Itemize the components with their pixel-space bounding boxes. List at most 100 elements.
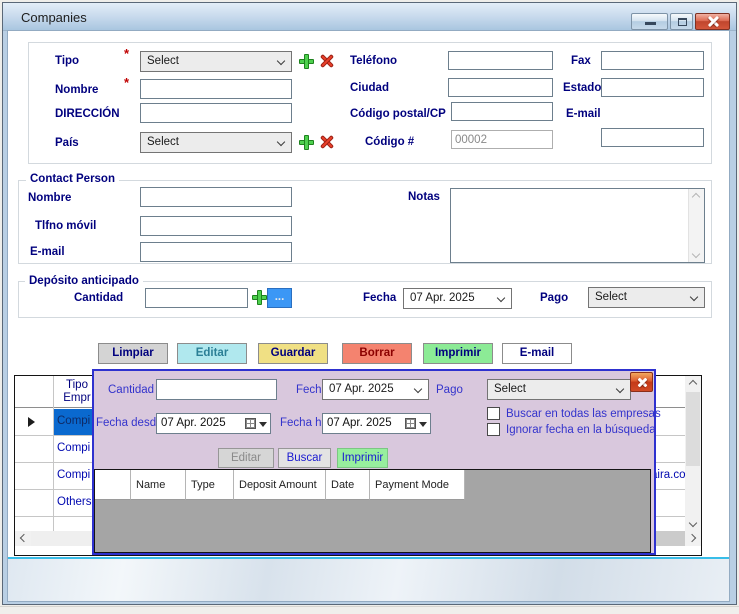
maximize-button[interactable] <box>670 13 693 30</box>
cantidad-input[interactable] <box>145 288 248 308</box>
chevron-down-icon <box>414 385 422 393</box>
scroll-up-icon <box>692 193 700 201</box>
codigo-input <box>451 130 553 149</box>
tipo-label: Tipo <box>55 55 79 67</box>
search-all-companies-checkbox[interactable] <box>487 407 500 420</box>
fecha-label: Fecha <box>363 292 396 304</box>
tipo-select[interactable]: Select <box>140 51 292 72</box>
scroll-left-icon <box>20 534 28 542</box>
email-label: E-mail <box>566 108 601 120</box>
grid-row-cell[interactable]: Others <box>57 496 97 508</box>
pago-select-value: Select <box>595 291 627 303</box>
vertical-scroll-thumb[interactable] <box>686 392 700 466</box>
scroll-left-button[interactable] <box>15 531 31 546</box>
pais-label: País <box>55 137 79 149</box>
grid-row-cell[interactable]: Compi <box>57 469 97 481</box>
contact-nombre-label: Nombre <box>28 192 71 204</box>
fax-label: Fax <box>571 55 591 67</box>
nombre-label: Nombre <box>55 84 98 96</box>
dropdown-arrow-icon <box>419 422 427 427</box>
add-pais-icon[interactable] <box>298 134 315 151</box>
popup-imprimir-button[interactable]: Imprimir <box>337 448 388 468</box>
grid-row-cell[interactable]: Compi <box>57 442 97 454</box>
deposits-grid-header-deposit-amount: Deposit Amount <box>234 470 326 500</box>
popup-cantidad-input[interactable] <box>156 379 277 400</box>
grid-row-cell[interactable]: Compi <box>57 415 97 427</box>
contact-tlfno-input[interactable] <box>140 216 292 236</box>
minimize-button[interactable] <box>631 13 668 30</box>
dropdown-arrow-icon <box>259 422 267 427</box>
nombre-required-marker: * <box>124 75 129 90</box>
desktop-edge <box>0 606 739 614</box>
popup-fecha-select[interactable]: 07 Apr. 2025 <box>322 379 429 400</box>
nombre-input[interactable] <box>140 79 292 99</box>
fecha-hasta-picker[interactable]: 07 Apr. 2025 <box>322 413 431 434</box>
fecha-desde-picker[interactable]: 07 Apr. 2025 <box>156 413 271 434</box>
ignore-date-label: Ignorar fecha en la búsqueda <box>506 424 656 436</box>
add-deposit-icon[interactable] <box>251 289 268 306</box>
fecha-select-value: 07 Apr. 2025 <box>410 292 475 304</box>
fecha-select[interactable]: 07 Apr. 2025 <box>403 288 512 309</box>
pago-select[interactable]: Select <box>588 287 705 308</box>
popup-pago-label: Pago <box>436 384 463 396</box>
chevron-down-icon <box>616 385 624 393</box>
tipo-select-value: Select <box>147 55 179 67</box>
chevron-down-icon <box>277 138 285 146</box>
guardar-button[interactable]: Guardar <box>258 343 328 364</box>
chevron-down-icon <box>690 293 698 301</box>
popup-fecha-value: 07 Apr. 2025 <box>329 383 394 395</box>
deposits-grid[interactable]: Name Type Deposit Amount Date Payment Mo… <box>94 469 651 553</box>
popup-close-button[interactable] <box>630 372 653 392</box>
direccion-label: DIRECCIÓN <box>55 108 120 120</box>
fecha-desde-value: 07 Apr. 2025 <box>161 417 226 429</box>
delete-pais-icon[interactable] <box>318 133 336 151</box>
scroll-right-button[interactable] <box>685 531 701 546</box>
fecha-desde-label: Fecha desde <box>96 417 156 429</box>
deposit-search-popup: Cantidad Fecha 07 Apr. 2025 Pago Select … <box>92 369 656 555</box>
maximize-icon <box>678 18 687 26</box>
imprimir-button[interactable]: Imprimir <box>423 343 493 364</box>
ciudad-input[interactable] <box>448 78 553 97</box>
contact-person-title: Contact Person <box>26 173 119 185</box>
popup-buscar-button[interactable]: Buscar <box>278 448 331 468</box>
cantidad-label: Cantidad <box>74 292 123 304</box>
pais-select[interactable]: Select <box>140 132 292 153</box>
titlebar[interactable]: Companies <box>3 3 736 31</box>
ciudad-label: Ciudad <box>350 82 389 94</box>
popup-editar-button[interactable]: Editar <box>218 448 274 468</box>
current-row-arrow-icon <box>28 417 35 427</box>
contact-tlfno-label: Tlfno móvil <box>35 220 96 232</box>
delete-tipo-icon[interactable] <box>318 52 336 70</box>
codigo-postal-input[interactable] <box>451 102 553 121</box>
deposits-grid-selector-header <box>95 470 131 500</box>
scroll-up-icon <box>689 380 697 388</box>
grid-vertical-scrollbar[interactable] <box>685 376 701 531</box>
grid-email-cell[interactable]: aira.com <box>651 469 685 481</box>
fecha-hasta-label: Fecha hasta <box>280 417 322 429</box>
browse-deposits-button[interactable]: ... <box>267 288 292 308</box>
estado-label: Estado <box>563 82 601 94</box>
borrar-button[interactable]: Borrar <box>342 343 412 364</box>
chevron-down-icon <box>277 57 285 65</box>
notas-scrollbar[interactable] <box>688 189 704 262</box>
deposit-title: Depósito anticipado <box>25 275 143 287</box>
notas-textarea[interactable] <box>450 188 705 263</box>
email-input[interactable] <box>601 128 704 147</box>
contact-email-input[interactable] <box>140 242 292 262</box>
contact-nombre-input[interactable] <box>140 187 292 207</box>
minimize-icon <box>645 22 656 25</box>
direccion-input[interactable] <box>140 103 292 123</box>
telefono-input[interactable] <box>448 51 553 70</box>
close-button[interactable] <box>695 13 730 30</box>
editar-button[interactable]: Editar <box>177 343 247 364</box>
deposits-grid-header-type: Type <box>186 470 234 500</box>
add-tipo-icon[interactable] <box>298 53 315 70</box>
codigo-label: Código # <box>365 136 414 148</box>
popup-pago-select[interactable]: Select <box>487 379 631 400</box>
limpiar-button[interactable]: Limpiar <box>98 343 168 364</box>
estado-input[interactable] <box>601 78 704 97</box>
email-button[interactable]: E-mail <box>502 343 572 364</box>
fax-input[interactable] <box>601 51 704 70</box>
telefono-label: Teléfono <box>350 55 397 67</box>
ignore-date-checkbox[interactable] <box>487 423 500 436</box>
